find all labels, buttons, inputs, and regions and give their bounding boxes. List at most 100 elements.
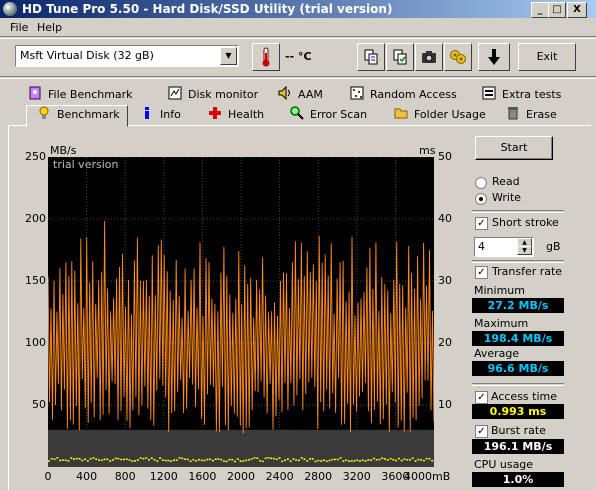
access-time-point xyxy=(389,457,392,460)
access-time-point xyxy=(422,459,425,462)
tab-label: Extra tests xyxy=(502,88,562,101)
access-time-point xyxy=(72,458,75,460)
write-label: Write xyxy=(492,191,522,204)
access-time-point xyxy=(136,459,139,461)
x-tick-label: 2000 xyxy=(227,470,255,483)
access-time-point xyxy=(245,459,248,462)
minimum-value: 27.2 MB/s xyxy=(472,298,564,313)
tab-random-access[interactable]: Random Access xyxy=(340,86,470,104)
access-time-point xyxy=(386,459,389,461)
tab-label: Info xyxy=(160,108,181,121)
access-time-point xyxy=(342,460,345,462)
exit-button[interactable]: Exit xyxy=(518,43,576,71)
access-time-point xyxy=(317,459,320,462)
tab-extra-tests[interactable]: Extra tests xyxy=(472,86,582,104)
access-time-point xyxy=(297,459,300,462)
maximum-label: Maximum xyxy=(474,317,529,330)
short-stroke-value: 4 xyxy=(478,240,485,253)
chevron-down-icon[interactable]: ▼ xyxy=(220,47,237,65)
divider xyxy=(472,260,564,263)
tab-label: File Benchmark xyxy=(48,88,133,101)
drive-select[interactable]: Msft Virtual Disk (32 gB) ▼ xyxy=(15,45,239,67)
access-time-point xyxy=(220,458,223,461)
tab-disk-monitor[interactable]: Disk monitor xyxy=(158,86,278,104)
access-time-point xyxy=(320,460,323,462)
access-time-point xyxy=(75,457,78,460)
menu-file[interactable]: File xyxy=(10,21,28,34)
copy-icon[interactable] xyxy=(357,43,385,71)
access-time-point xyxy=(178,457,181,459)
temperature-readout: -- °C xyxy=(285,50,312,63)
access-time-point xyxy=(270,457,273,460)
access-time-value: 0.993 ms xyxy=(472,404,564,419)
burst-rate-label: Burst rate xyxy=(491,424,546,437)
access-time-point xyxy=(278,457,281,459)
minimize-button[interactable]: _ xyxy=(531,2,549,18)
access-time-point xyxy=(234,460,237,463)
access-time-point xyxy=(339,457,342,459)
short-stroke-checkbox[interactable]: ✓ xyxy=(475,217,488,230)
access-time-point xyxy=(92,457,95,459)
extra-tests-icon xyxy=(482,86,496,100)
menu-help[interactable]: Help xyxy=(37,21,62,34)
tab-error-scan[interactable]: Error Scan xyxy=(280,106,380,124)
access-time-point xyxy=(236,458,239,460)
camera-icon[interactable] xyxy=(415,43,443,71)
access-time-checkbox[interactable]: ✓ xyxy=(475,391,488,404)
tab-aam[interactable]: AAM xyxy=(268,85,348,104)
download-arrow-icon[interactable] xyxy=(478,43,510,71)
short-stroke-spinner[interactable]: 4 ▲ ▼ xyxy=(474,237,534,257)
access-time-point xyxy=(131,460,134,462)
access-time-point xyxy=(286,458,289,460)
copy-all-icon[interactable] xyxy=(386,43,414,71)
access-time-point xyxy=(53,458,56,461)
access-time-point xyxy=(372,457,375,460)
access-time-point xyxy=(159,457,162,459)
tab-label: AAM xyxy=(298,88,323,101)
access-time-point xyxy=(200,459,203,462)
toolbar-divider xyxy=(0,76,596,79)
burst-rate-checkbox[interactable]: ✓ xyxy=(475,425,488,438)
access-time-point xyxy=(225,460,228,463)
tab-health[interactable]: Health xyxy=(198,106,278,124)
info-icon xyxy=(140,106,154,120)
maximize-button[interactable]: □ xyxy=(548,2,566,18)
access-time-point xyxy=(139,457,142,459)
access-time-point xyxy=(214,458,217,461)
transfer-rate-checkbox[interactable]: ✓ xyxy=(475,266,488,279)
access-time-point xyxy=(303,458,306,460)
access-time-point xyxy=(186,458,189,461)
access-time-point xyxy=(256,457,259,459)
average-label: Average xyxy=(474,347,520,360)
access-time-point xyxy=(347,460,350,462)
access-time-point xyxy=(120,458,123,461)
y-left-tick-label: 100 xyxy=(25,336,46,349)
spin-down-icon[interactable]: ▼ xyxy=(517,246,532,255)
access-time-point xyxy=(153,459,156,461)
access-time-point xyxy=(150,457,153,459)
access-time-point xyxy=(397,457,400,460)
read-radio[interactable] xyxy=(475,177,487,189)
tab-info[interactable]: Info xyxy=(130,106,196,124)
access-time-point xyxy=(261,460,264,463)
maximum-value: 198.4 MB/s xyxy=(472,331,564,346)
tab-erase[interactable]: Erase xyxy=(496,106,566,124)
access-time-point xyxy=(417,458,420,461)
access-time-point xyxy=(222,460,225,462)
tab-folder-usage[interactable]: Folder Usage xyxy=(384,106,494,124)
x-tick-label: 2800 xyxy=(304,470,333,483)
access-time-point xyxy=(184,458,187,460)
close-button[interactable]: X xyxy=(567,2,587,18)
x-tick-label: 1600 xyxy=(188,470,217,483)
access-time-point xyxy=(142,457,145,460)
access-time-point xyxy=(117,457,120,460)
settings-icon[interactable] xyxy=(444,43,472,71)
start-button[interactable]: Start xyxy=(475,136,553,160)
tab-file-benchmark[interactable]: File Benchmark xyxy=(18,86,158,104)
tab-benchmark[interactable]: Benchmark xyxy=(26,105,128,127)
write-radio[interactable] xyxy=(475,193,487,205)
access-time-point xyxy=(264,457,267,460)
access-time-point xyxy=(111,459,114,461)
access-time-point xyxy=(375,458,378,461)
access-time-point xyxy=(161,459,164,461)
